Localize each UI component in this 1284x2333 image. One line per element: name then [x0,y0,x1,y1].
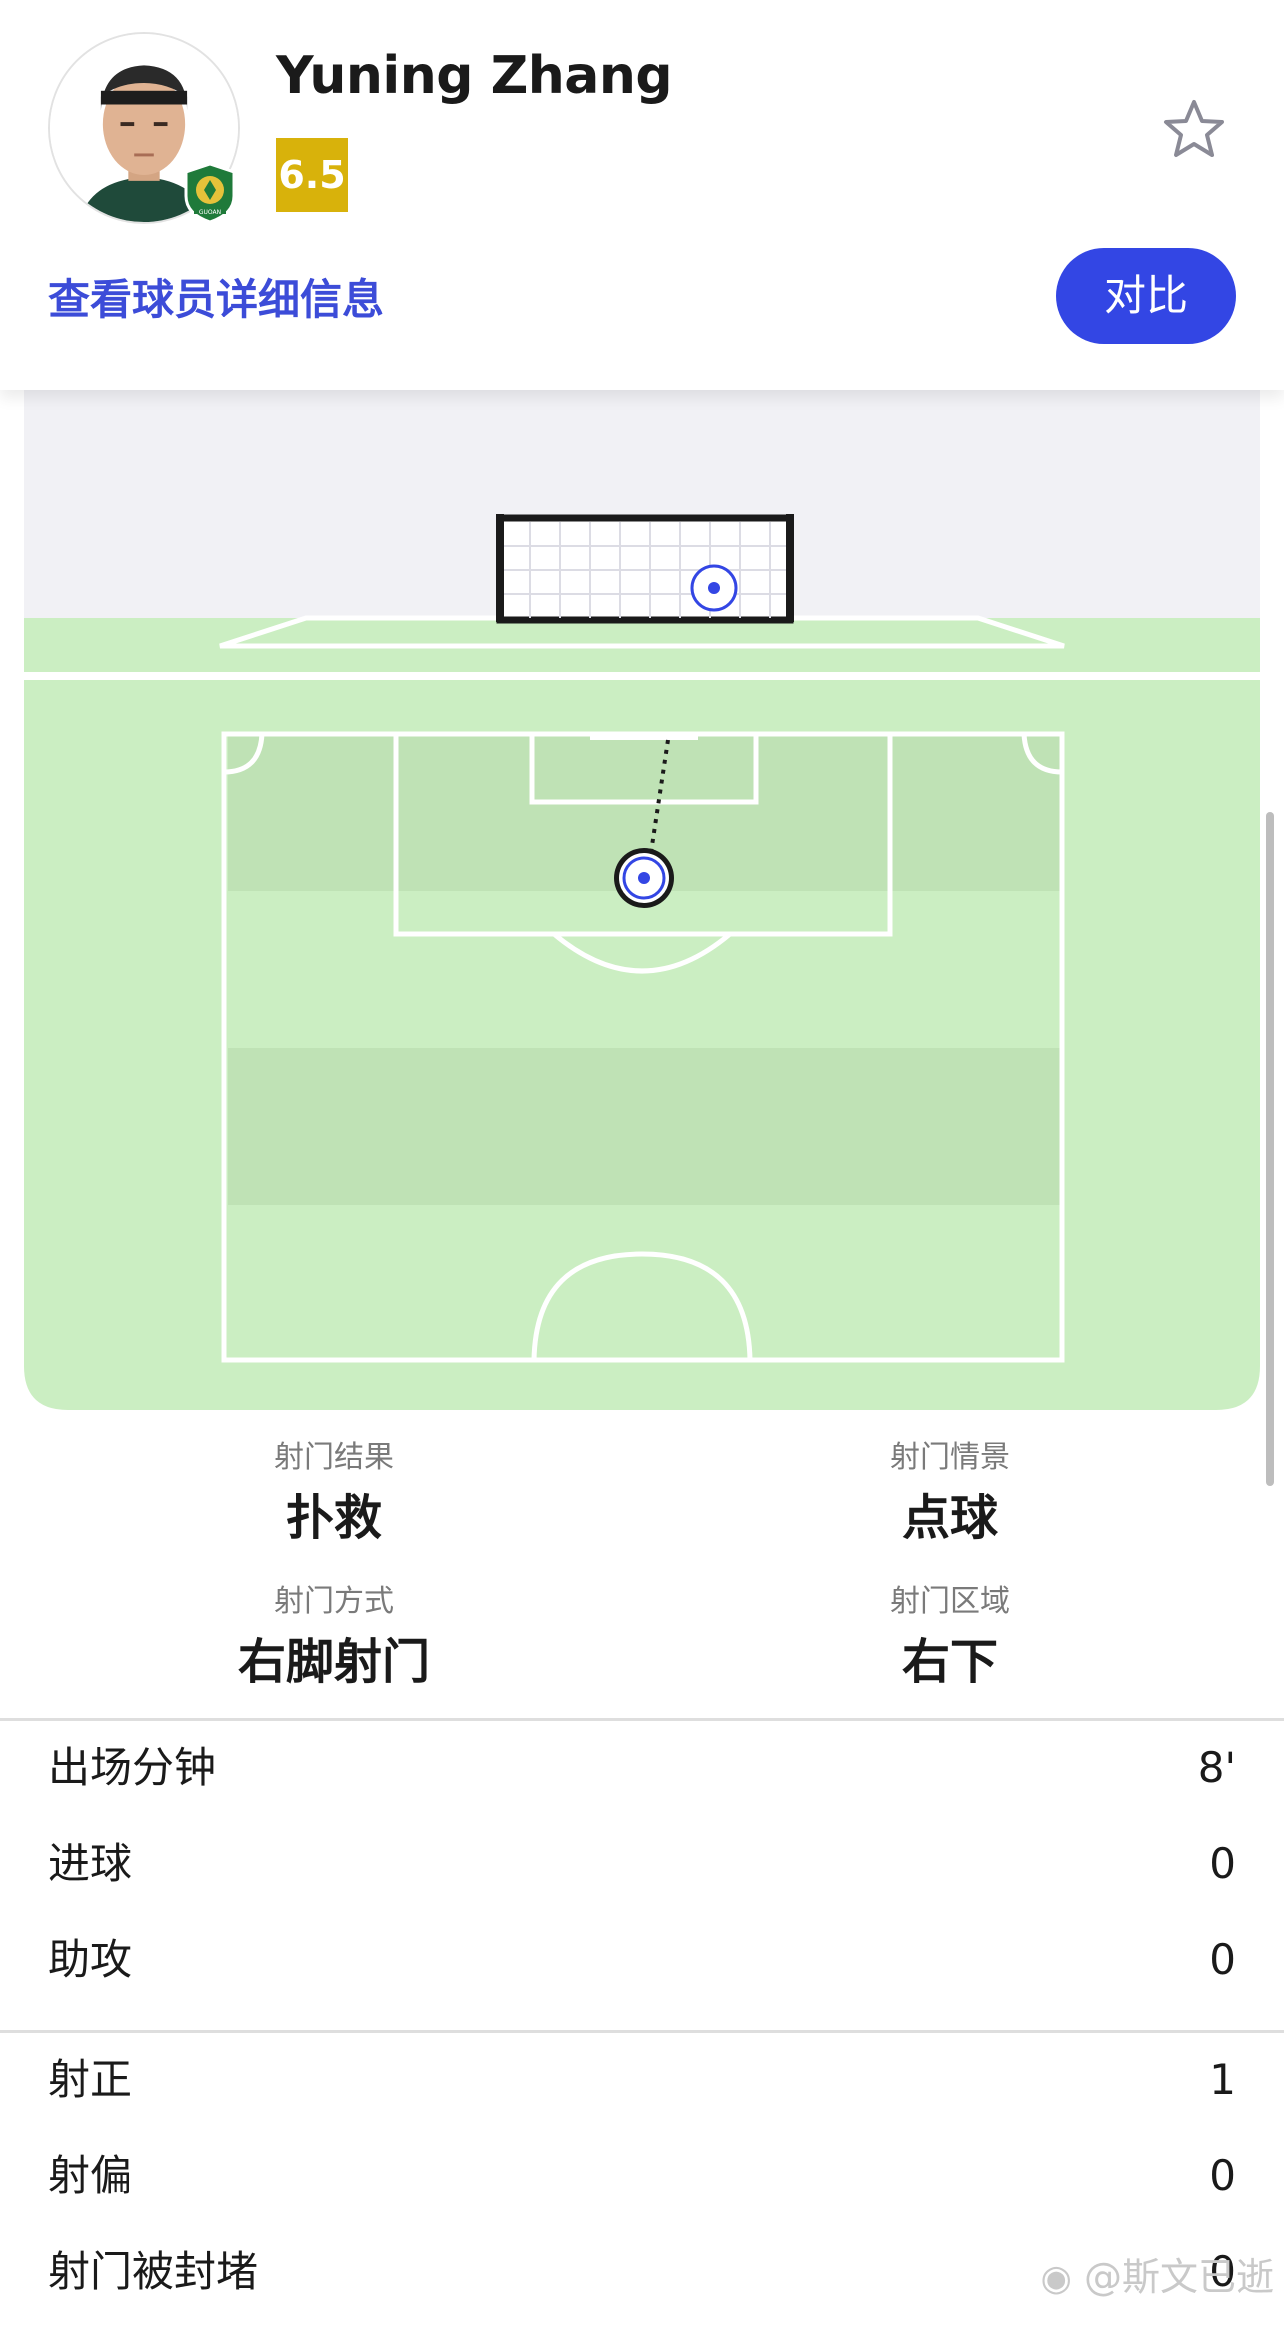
pitch-graphic [24,380,1260,1410]
shot-situation-cell: 射门情景 点球 [700,1432,1200,1548]
stat-row-goals: 进球 0 [0,1816,1284,1912]
shot-zone-value: 右下 [901,1634,998,1690]
stat-value: 0 [1209,1935,1236,1984]
stat-value: 8' [1197,1743,1236,1792]
player-name: Yuning Zhang [276,46,673,106]
shot-situation-label: 射门情景 [890,1440,1010,1475]
stat-label: 射正 [48,2055,133,2104]
stat-value: 0 [1209,2151,1236,2200]
stat-row-shots-off-target: 射偏 0 [0,2128,1284,2224]
shot-type-label: 射门方式 [274,1584,394,1619]
svg-text:GUOAN: GUOAN [199,209,221,216]
stat-label: 助攻 [48,1935,133,1984]
player-header: GUOAN Yuning Zhang 6.5 查看球员详细信息 对比 [0,0,1284,390]
watermark-text: @斯文已逝 [1083,2255,1274,2299]
shot-origin-marker[interactable] [614,848,674,908]
compare-button[interactable]: 对比 [1056,248,1236,344]
player-details-link[interactable]: 查看球员详细信息 [48,266,384,327]
stat-row-shots-on-target: 射正 1 [0,2032,1284,2128]
stat-row-minutes: 出场分钟 8' [0,1720,1284,1816]
scrollbar[interactable] [1266,812,1274,1486]
shot-situation-value: 点球 [901,1490,998,1546]
watermark: ◉ @斯文已逝 [1040,2246,1274,2301]
shot-result-value: 扑救 [285,1490,382,1546]
shot-result-label: 射门结果 [274,1440,394,1475]
shot-map [24,380,1260,1410]
stat-label: 射门被封堵 [48,2247,259,2296]
shot-type-cell: 射门方式 右脚射门 [84,1576,584,1692]
star-outline-icon[interactable] [1160,96,1228,164]
stat-value: 1 [1209,2055,1236,2104]
shot-result-cell: 射门结果 扑救 [84,1432,584,1548]
stat-value: 0 [1209,1839,1236,1888]
shot-type-value: 右脚射门 [237,1634,430,1690]
shot-zone-cell: 射门区域 右下 [700,1576,1200,1692]
rating-badge: 6.5 [276,138,348,212]
weibo-icon: ◉ [1040,2258,1072,2299]
stat-label: 出场分钟 [48,1743,217,1792]
club-badge-icon: GUOAN [184,162,236,224]
shot-zone-label: 射门区域 [890,1584,1010,1619]
stat-row-assists: 助攻 0 [0,1912,1284,2008]
stat-label: 射偏 [48,2151,133,2200]
stat-label: 进球 [48,1839,133,1888]
shot-goal-marker[interactable] [690,564,738,612]
